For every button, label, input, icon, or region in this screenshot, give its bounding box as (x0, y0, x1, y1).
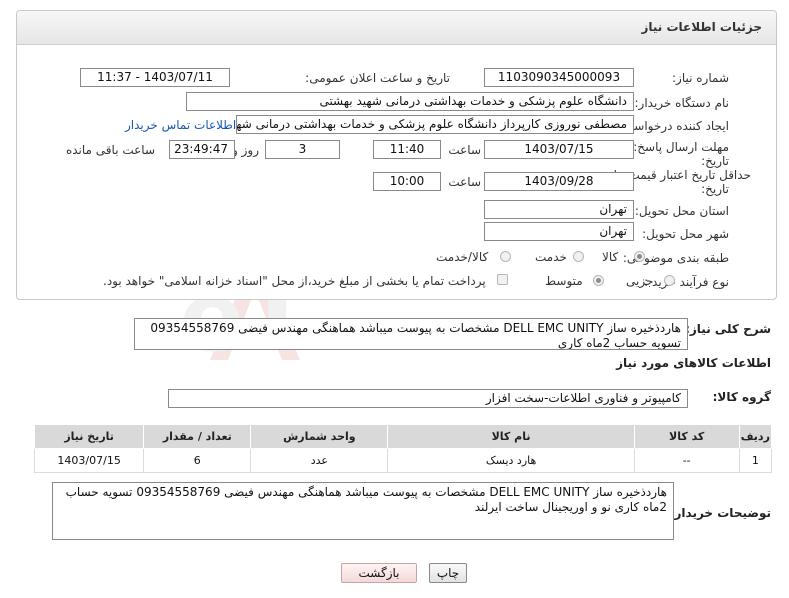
panel-header: جزئیات اطلاعات نیاز (17, 11, 776, 45)
table-row: 1 -- هارد دیسک عدد 6 1403/07/15 (33, 448, 773, 473)
col-quantity: تعداد / مقدار (143, 424, 252, 449)
col-row: ردیف (738, 424, 773, 449)
cell-need-date: 1403/07/15 (33, 448, 145, 473)
days-label: روز و (232, 143, 259, 157)
process-option-minor: جزیی (626, 274, 654, 288)
need-number-field: 1103090345000093 (484, 68, 634, 87)
buyer-notes-textarea: هاردذخیره ساز DELL EMC UNITY مشخصات به پ… (52, 482, 674, 540)
category-option-goods-service: کالا/خدمت (436, 250, 489, 264)
validity-hour-label: ساعت (448, 175, 481, 189)
description-label: شرح کلی نیاز: (685, 322, 771, 336)
validity-time-field: 10:00 (373, 172, 441, 191)
back-button[interactable]: بازگشت (341, 563, 417, 583)
category-option-goods: کالا (602, 250, 619, 264)
deadline-label-date: تاریخ: (701, 154, 729, 168)
buyer-notes-label: توضیحات خریدار: (669, 506, 771, 520)
goods-group-label: گروه کالا: (712, 390, 771, 404)
col-name: نام کالا (387, 424, 635, 449)
category-radio-goods-service[interactable] (500, 251, 511, 262)
announce-field: 1403/07/11 - 11:37 (80, 68, 230, 87)
remaining-label: ساعت باقی مانده (65, 143, 155, 157)
goods-table: ردیف کد کالا نام کالا واحد شمارش تعداد /… (33, 424, 773, 473)
col-need-date: تاریخ نیاز (33, 424, 145, 449)
deadline-hour-label: ساعت (448, 143, 481, 157)
treasury-payment-checkbox[interactable] (497, 274, 508, 285)
days-field: 3 (265, 140, 340, 159)
buyer-contact-link[interactable]: اطلاعات تماس خریدار (125, 118, 236, 132)
goods-section-title: اطلاعات کالاهای مورد نیاز (616, 356, 771, 370)
announce-label: تاریخ و ساعت اعلان عمومی: (305, 71, 450, 85)
need-number-label: شماره نیاز: (672, 71, 729, 85)
validity-label-date: تاریخ: (701, 182, 729, 196)
city-label: شهر محل تحویل: (642, 227, 729, 241)
col-code: کد کالا (633, 424, 740, 449)
deadline-time-field: 11:40 (373, 140, 441, 159)
print-button[interactable]: چاپ (429, 563, 467, 583)
remaining-time-field: 23:49:47 (169, 140, 235, 159)
description-textarea: هاردذخیره ساز DELL EMC UNITY مشخصات به پ… (134, 318, 688, 350)
process-radio-minor[interactable] (664, 275, 675, 286)
treasury-payment-note: پرداخت تمام یا بخشی از مبلغ خرید،از محل … (103, 274, 486, 288)
province-label: استان محل تحویل: (634, 204, 729, 218)
cell-unit: عدد (250, 448, 389, 473)
category-option-service: خدمت (535, 250, 567, 264)
cell-quantity: 6 (143, 448, 252, 473)
deadline-label: مهلت ارسال پاسخ: تا (622, 140, 729, 154)
buyer-field: دانشگاه علوم پزشکی و خدمات بهداشتی درمان… (186, 92, 634, 111)
process-option-medium: متوسط (545, 274, 583, 288)
validity-date-field: 1403/09/28 (484, 172, 634, 191)
province-field: تهران (484, 200, 634, 219)
goods-table-header: ردیف کد کالا نام کالا واحد شمارش تعداد /… (33, 424, 773, 449)
validity-label: حداقل تاریخ اعتبار قیمت: تا (613, 168, 751, 182)
deadline-date-field: 1403/07/15 (484, 140, 634, 159)
cell-code: -- (633, 448, 740, 473)
requester-field: مصطفی نوروزی کارپرداز دانشگاه علوم پزشکی… (236, 115, 634, 134)
requester-label: ایجاد کننده درخواست: (618, 119, 729, 133)
buyer-label: نام دستگاه خریدار: (634, 96, 730, 110)
cell-name: هارد دیسک (387, 448, 635, 473)
process-radio-medium[interactable] (593, 275, 604, 286)
process-label: نوع فرآیند خرید : (644, 275, 729, 289)
goods-group-field: کامپیوتر و فناوری اطلاعات-سخت افزار (168, 389, 688, 408)
col-unit: واحد شمارش (250, 424, 389, 449)
category-radio-service[interactable] (573, 251, 584, 262)
cell-row: 1 (738, 448, 773, 473)
city-field: تهران (484, 222, 634, 241)
page-title: جزئیات اطلاعات نیاز (641, 20, 762, 34)
category-radio-goods[interactable] (634, 251, 645, 262)
